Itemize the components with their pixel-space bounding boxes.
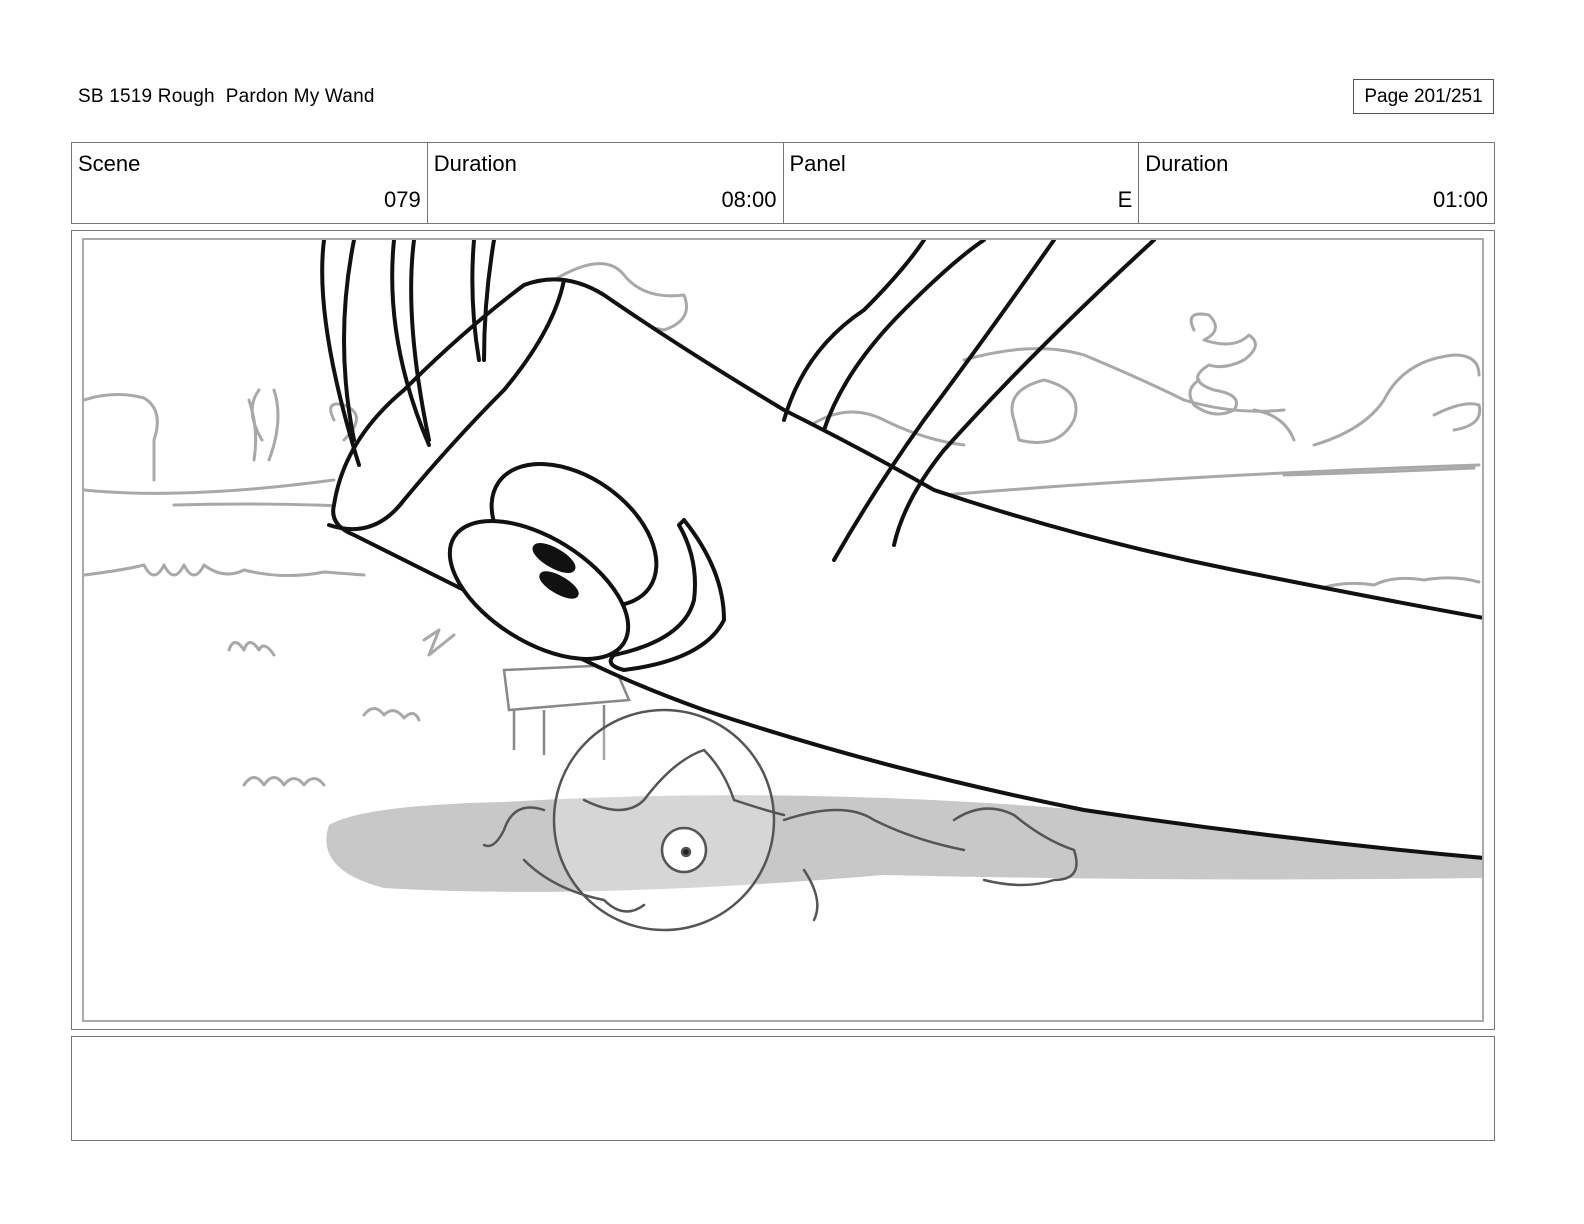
panel-notes-box (71, 1036, 1495, 1141)
panel-value: E (1117, 187, 1133, 212)
scene-info-table: Scene 079 Duration 08:00 Panel E Duratio… (71, 142, 1495, 224)
scene-duration-label: Duration (433, 151, 517, 176)
panel-label: Panel (789, 151, 846, 176)
page-number: Page 201/251 (1364, 85, 1483, 107)
sketch-illustration (84, 240, 1482, 932)
page-indicator: Page 201/251 (1353, 79, 1494, 114)
scene-duration-cell: Duration 08:00 (428, 143, 784, 223)
panel-cell: Panel E (784, 143, 1140, 223)
storyboard-panel-frame (71, 230, 1495, 1030)
scene-cell: Scene 079 (72, 143, 428, 223)
panel-duration-value: 01:00 (1432, 187, 1488, 212)
storyboard-drawing (82, 238, 1484, 1022)
scene-duration-value: 08:00 (721, 187, 777, 212)
storyboard-title: SB 1519 Rough Pardon My Wand (78, 86, 375, 107)
scene-value: 079 (384, 187, 421, 212)
panel-duration-label: Duration (1145, 151, 1229, 176)
scene-label: Scene (78, 151, 141, 176)
giant-creature (320, 240, 1482, 860)
panel-duration-cell: Duration 01:00 (1139, 143, 1494, 223)
